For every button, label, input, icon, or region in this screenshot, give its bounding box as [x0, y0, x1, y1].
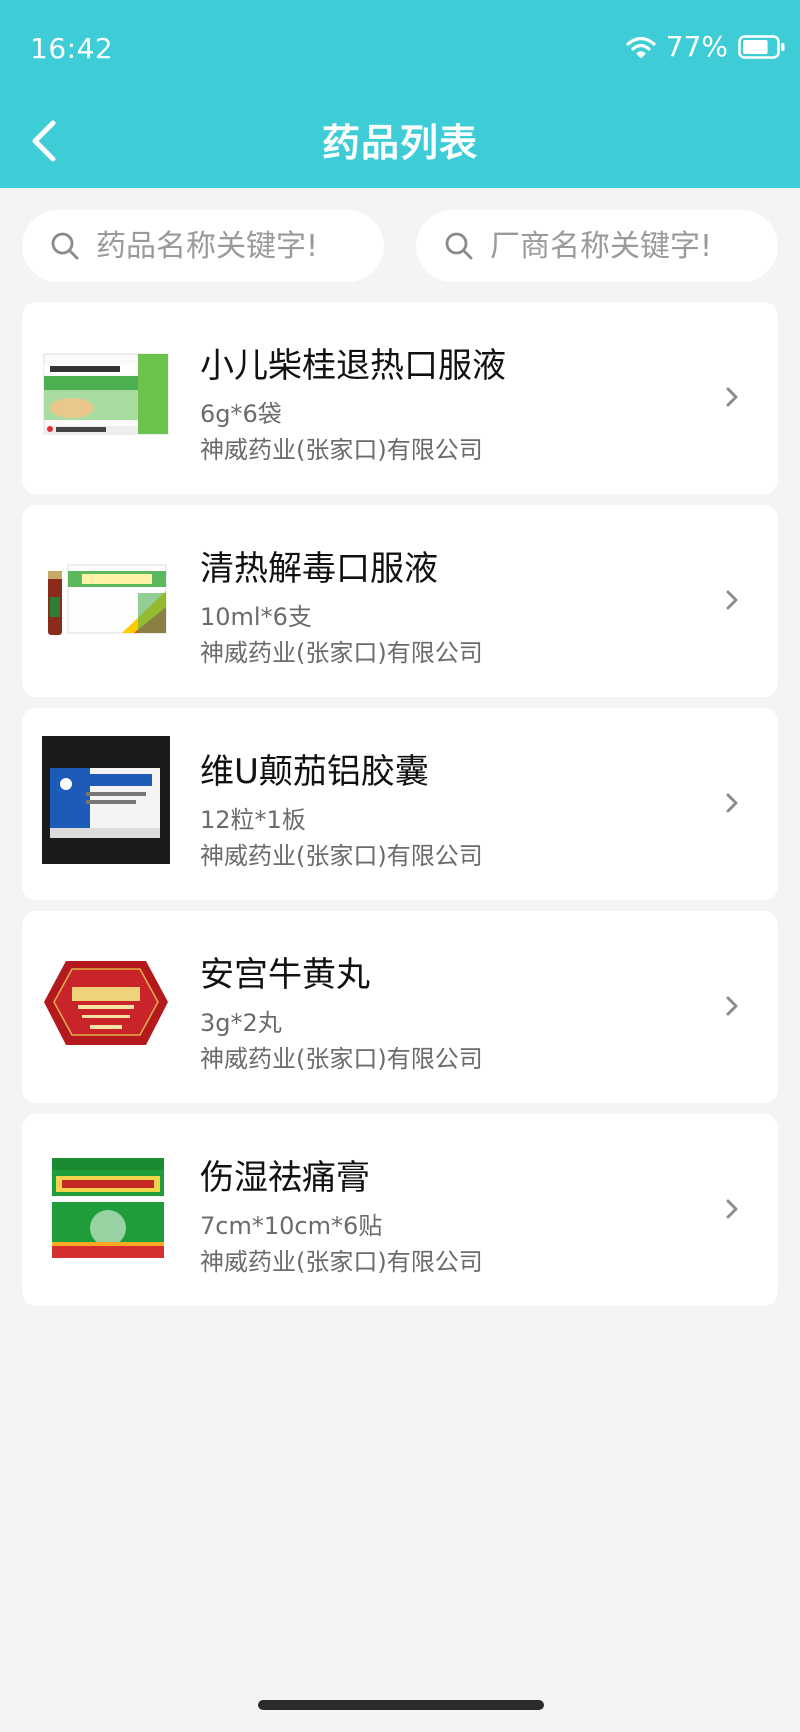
search-row: [22, 210, 778, 282]
drug-name: 小儿柴桂退热口服液: [200, 346, 506, 386]
drug-list-item[interactable]: 维U颠茄铝胶囊 12粒*1板 神威药业(张家口)有限公司: [22, 708, 778, 900]
drug-thumbnail: [42, 346, 170, 442]
drug-company: 神威药业(张家口)有限公司: [200, 842, 483, 870]
status-time: 16:42: [30, 32, 114, 65]
drug-company: 神威药业(张家口)有限公司: [200, 1248, 483, 1276]
chevron-right-icon: [726, 590, 738, 610]
drug-name: 安宫牛黄丸: [200, 955, 370, 995]
drug-name: 清热解毒口服液: [200, 549, 438, 589]
search-icon: [51, 232, 79, 260]
drug-list-item[interactable]: 伤湿祛痛膏 7cm*10cm*6贴 神威药业(张家口)有限公司: [22, 1114, 778, 1306]
drug-spec: 6g*6袋: [200, 400, 282, 428]
drug-company: 神威药业(张家口)有限公司: [200, 639, 483, 667]
wifi-icon: [626, 36, 656, 58]
battery-percent: 77%: [665, 30, 728, 63]
drug-thumbnail: [42, 1158, 170, 1258]
drug-name: 维U颠茄铝胶囊: [200, 752, 429, 792]
page-title: 药品列表: [321, 121, 478, 165]
drug-thumbnail: [42, 955, 170, 1051]
battery-icon: [738, 34, 786, 59]
drug-name-search-input[interactable]: [94, 227, 378, 265]
drug-list-item[interactable]: 安宫牛黄丸 3g*2丸 神威药业(张家口)有限公司: [22, 911, 778, 1103]
chevron-right-icon: [726, 387, 738, 407]
chevron-right-icon: [726, 1199, 738, 1219]
search-icon: [445, 232, 473, 260]
drug-search-box[interactable]: [22, 210, 384, 282]
vendor-name-search-input[interactable]: [488, 227, 772, 265]
drug-company: 神威药业(张家口)有限公司: [200, 1045, 483, 1073]
drug-company: 神威药业(张家口)有限公司: [200, 436, 483, 464]
drug-list-item[interactable]: 小儿柴桂退热口服液 6g*6袋 神威药业(张家口)有限公司: [22, 302, 778, 494]
home-indicator[interactable]: [258, 1700, 544, 1710]
top-app-bar: 16:42 77% 药品列表: [0, 0, 800, 188]
drug-spec: 12粒*1板: [200, 806, 306, 834]
drug-spec: 3g*2丸: [200, 1009, 282, 1037]
drug-spec: 10ml*6支: [200, 603, 312, 631]
drug-list: 小儿柴桂退热口服液 6g*6袋 神威药业(张家口)有限公司 清热解毒口服液 10…: [22, 302, 778, 1317]
drug-thumbnail: [42, 736, 170, 864]
drug-list-item[interactable]: 清热解毒口服液 10ml*6支 神威药业(张家口)有限公司: [22, 505, 778, 697]
chevron-right-icon: [726, 996, 738, 1016]
status-indicators: 77%: [626, 30, 786, 63]
vendor-search-box[interactable]: [416, 210, 778, 282]
chevron-right-icon: [726, 793, 738, 813]
drug-name: 伤湿祛痛膏: [200, 1158, 370, 1198]
drug-spec: 7cm*10cm*6贴: [200, 1212, 383, 1240]
drug-thumbnail: [42, 549, 170, 645]
